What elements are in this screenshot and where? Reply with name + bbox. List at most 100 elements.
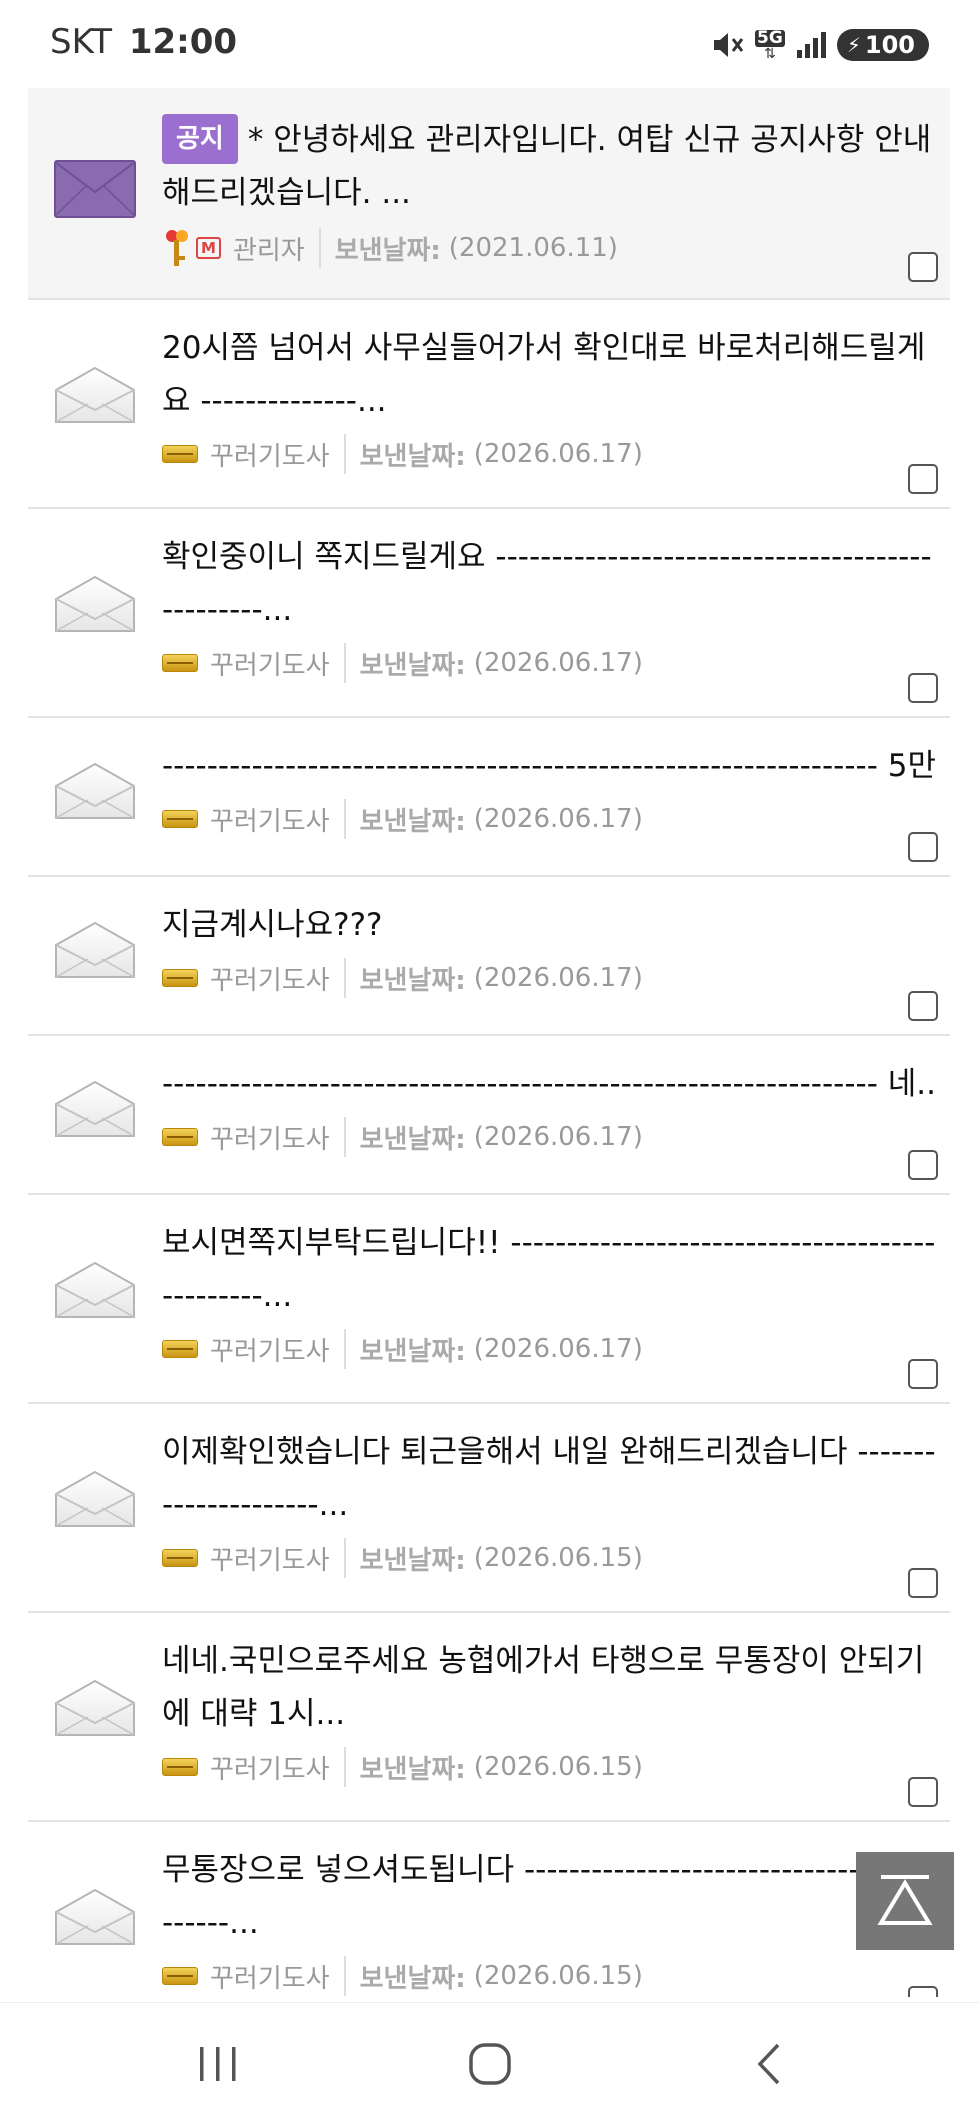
message-title[interactable]: 보시면쪽지부탁드립니다!! --------------------------… — [162, 1217, 936, 1323]
select-checkbox[interactable] — [908, 991, 938, 1021]
sent-date: (2026.06.17) — [473, 1122, 643, 1152]
envelope-open-icon — [55, 575, 135, 632]
admin-key-icon — [166, 230, 188, 266]
date-label: 보낸날짜: — [359, 806, 466, 837]
list-item[interactable]: 지금계시나요??? 꾸러기도사 보낸날짜: (2026.06.17) — [28, 877, 950, 1036]
message-meta: 꾸러기도사 보낸날짜: (2026.06.17) — [162, 1327, 936, 1371]
member-level-icon — [162, 445, 198, 463]
date-label: 보낸날짜: — [334, 235, 441, 266]
meta-divider — [343, 958, 346, 998]
select-checkbox[interactable] — [908, 1150, 938, 1180]
select-checkbox[interactable] — [908, 1986, 938, 1997]
signal-icon — [796, 32, 826, 58]
message-title[interactable]: ----------------------------------------… — [162, 740, 936, 793]
list-item-notice[interactable]: 공지 * 안녕하세요 관리자입니다. 여탑 신규 공지사항 안내해드리겠습니다. … — [28, 88, 950, 300]
sender-name[interactable]: 꾸러기도사 — [210, 1540, 330, 1577]
list-item[interactable]: 확인중이니 쪽지드릴게요 ---------------------------… — [28, 509, 950, 718]
clock: 12:00 — [128, 22, 238, 62]
message-meta: 꾸러기도사 보낸날짜: (2026.06.17) — [162, 956, 936, 1000]
date-label: 보낸날짜: — [359, 1545, 466, 1576]
message-title[interactable]: 네네.국민으로주세요 농협에가서 타행으로 무통장이 안되기에 대략 1시... — [162, 1635, 936, 1741]
list-item[interactable]: ----------------------------------------… — [28, 718, 950, 877]
envelope-open-icon — [55, 366, 135, 423]
meta-divider — [343, 799, 346, 839]
date-label: 보낸날짜: — [359, 1124, 466, 1155]
envelope-open-icon — [55, 762, 135, 819]
date-label: 보낸날짜: — [359, 650, 466, 681]
list-item[interactable]: 보시면쪽지부탁드립니다!! --------------------------… — [28, 1195, 950, 1404]
home-icon[interactable] — [468, 2043, 512, 2085]
select-checkbox[interactable] — [908, 1359, 938, 1389]
select-checkbox[interactable] — [908, 1568, 938, 1598]
date-label: 보낸날짜: — [359, 1754, 466, 1785]
select-checkbox[interactable] — [908, 1777, 938, 1807]
message-meta: M 관리자 보낸날짜: (2021.06.11) — [162, 226, 936, 270]
message-title[interactable]: 공지 * 안녕하세요 관리자입니다. 여탑 신규 공지사항 안내해드리겠습니다. … — [162, 114, 936, 220]
message-title[interactable]: 20시쯤 넘어서 사무실들어가서 확인대로 바로처리해드릴게요 --------… — [162, 322, 936, 428]
envelope-open-icon — [55, 921, 135, 978]
message-meta: 꾸러기도사 보낸날짜: (2026.06.15) — [162, 1745, 936, 1789]
carrier-label: SKT — [50, 22, 113, 62]
sender-name[interactable]: 꾸러기도사 — [210, 1749, 330, 1786]
list-item[interactable]: 이제확인했습니다 퇴근을해서 내일 완해드리겠습니다 -------------… — [28, 1404, 950, 1613]
message-meta: 꾸러기도사 보낸날짜: (2026.06.15) — [162, 1536, 936, 1580]
status-bar: SKT 12:00 5G ⇅ ⚡ 100 — [0, 0, 979, 88]
select-checkbox[interactable] — [908, 673, 938, 703]
select-checkbox[interactable] — [908, 832, 938, 862]
date-label: 보낸날짜: — [359, 1963, 466, 1994]
message-meta: 꾸러기도사 보낸날짜: (2026.06.17) — [162, 1115, 936, 1159]
meta-divider — [343, 1538, 346, 1578]
meta-divider — [343, 1747, 346, 1787]
meta-divider — [343, 1329, 346, 1369]
meta-divider — [343, 1956, 346, 1996]
sender-name[interactable]: 꾸러기도사 — [210, 436, 330, 473]
member-level-icon — [162, 1758, 198, 1776]
list-item[interactable]: ----------------------------------------… — [28, 1036, 950, 1195]
battery-icon: ⚡ 100 — [836, 29, 929, 61]
select-checkbox[interactable] — [908, 464, 938, 494]
meta-divider — [343, 1117, 346, 1157]
message-title[interactable]: 지금계시나요??? — [162, 899, 936, 952]
message-meta: 꾸러기도사 보낸날짜: (2026.06.17) — [162, 797, 936, 841]
list-item[interactable]: 무통장으로 넣으셔도됩니다 --------------------------… — [28, 1822, 950, 1997]
message-meta: 꾸러기도사 보낸날짜: (2026.06.17) — [162, 432, 936, 476]
message-title[interactable]: 무통장으로 넣으셔도됩니다 --------------------------… — [162, 1844, 936, 1950]
envelope-open-icon — [55, 1261, 135, 1318]
recent-apps-icon[interactable] — [196, 2043, 240, 2085]
sender-name[interactable]: 관리자 — [233, 230, 305, 267]
message-title[interactable]: 확인중이니 쪽지드릴게요 ---------------------------… — [162, 531, 936, 637]
member-level-icon — [162, 654, 198, 672]
scroll-to-top-button[interactable] — [856, 1852, 954, 1950]
system-nav-bar — [0, 2002, 979, 2123]
sent-date: (2026.06.17) — [473, 648, 643, 678]
date-label: 보낸날짜: — [359, 1336, 466, 1367]
envelope-open-icon — [55, 1470, 135, 1527]
meta-divider — [318, 228, 321, 268]
message-list: 공지 * 안녕하세요 관리자입니다. 여탑 신규 공지사항 안내해드리겠습니다. … — [28, 88, 950, 1997]
sender-name[interactable]: 꾸러기도사 — [210, 960, 330, 997]
sender-name[interactable]: 꾸러기도사 — [210, 801, 330, 838]
back-icon[interactable] — [748, 2043, 792, 2085]
date-label: 보낸날짜: — [359, 441, 466, 472]
sender-name[interactable]: 꾸러기도사 — [210, 1331, 330, 1368]
sent-date: (2026.06.17) — [473, 804, 643, 834]
select-checkbox[interactable] — [908, 252, 938, 282]
message-title[interactable]: 이제확인했습니다 퇴근을해서 내일 완해드리겠습니다 -------------… — [162, 1426, 936, 1532]
sent-date: (2026.06.17) — [473, 1334, 643, 1364]
sent-date: (2026.06.15) — [473, 1961, 643, 1991]
sender-name[interactable]: 꾸러기도사 — [210, 1958, 330, 1995]
message-title[interactable]: ----------------------------------------… — [162, 1058, 936, 1111]
envelope-closed-icon — [54, 160, 136, 218]
sender-name[interactable]: 꾸러기도사 — [210, 645, 330, 682]
envelope-open-icon — [55, 1888, 135, 1945]
member-level-icon — [162, 969, 198, 987]
envelope-open-icon — [55, 1080, 135, 1137]
sent-date: (2026.06.17) — [473, 963, 643, 993]
member-level-icon — [162, 1128, 198, 1146]
sent-date: (2026.06.15) — [473, 1543, 643, 1573]
envelope-open-icon — [55, 1679, 135, 1736]
battery-level: 100 — [864, 31, 915, 59]
sender-name[interactable]: 꾸러기도사 — [210, 1119, 330, 1156]
list-item[interactable]: 네네.국민으로주세요 농협에가서 타행으로 무통장이 안되기에 대략 1시...… — [28, 1613, 950, 1822]
list-item[interactable]: 20시쯤 넘어서 사무실들어가서 확인대로 바로처리해드릴게요 --------… — [28, 300, 950, 509]
